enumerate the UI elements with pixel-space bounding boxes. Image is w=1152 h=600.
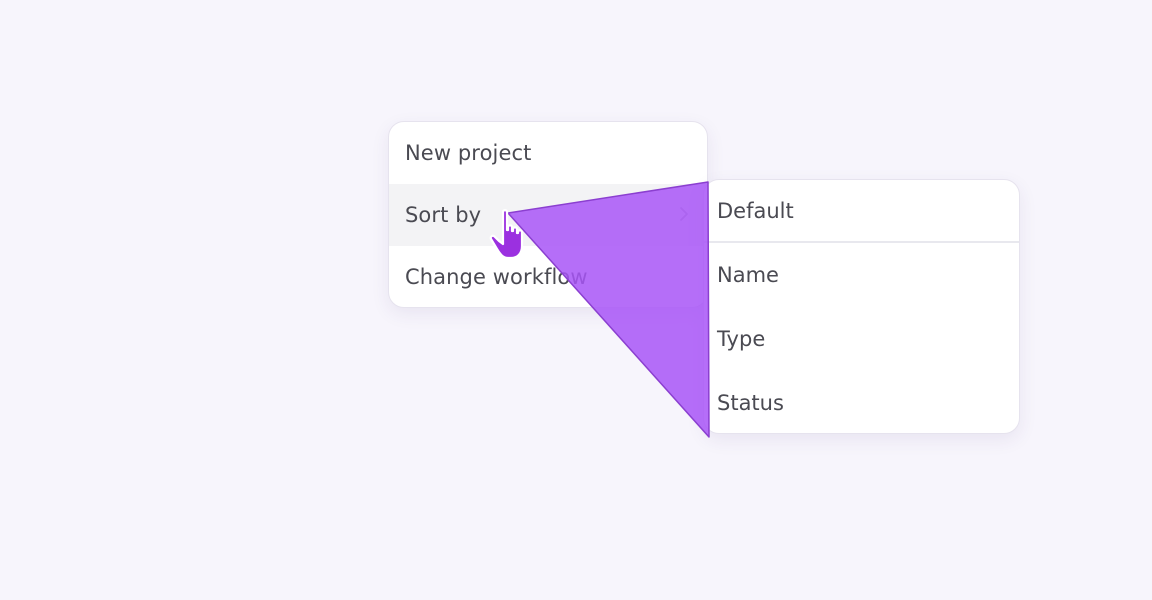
- menu-item-new-project[interactable]: New project: [389, 122, 707, 184]
- menu-item-change-workflow[interactable]: Change workflow: [389, 246, 707, 307]
- menu-item-sort-by[interactable]: Sort by: [389, 184, 707, 246]
- menu-item-label: Change workflow: [405, 265, 588, 289]
- sort-by-submenu: Default Name Type Status: [703, 179, 1020, 434]
- submenu-item-label: Type: [717, 327, 766, 351]
- submenu-item-label: Name: [717, 263, 779, 287]
- stage: New project Sort by Change workflow Defa…: [0, 0, 1152, 600]
- submenu-item-default[interactable]: Default: [704, 180, 1019, 243]
- submenu-item-name[interactable]: Name: [704, 243, 1019, 307]
- submenu-item-type[interactable]: Type: [704, 307, 1019, 371]
- context-menu: New project Sort by Change workflow: [388, 121, 708, 308]
- submenu-item-status[interactable]: Status: [704, 371, 1019, 433]
- menu-item-label: New project: [405, 141, 532, 165]
- menu-item-label: Sort by: [405, 203, 482, 227]
- chevron-right-icon: [680, 207, 688, 221]
- submenu-item-label: Default: [717, 198, 794, 223]
- submenu-item-label: Status: [717, 391, 784, 415]
